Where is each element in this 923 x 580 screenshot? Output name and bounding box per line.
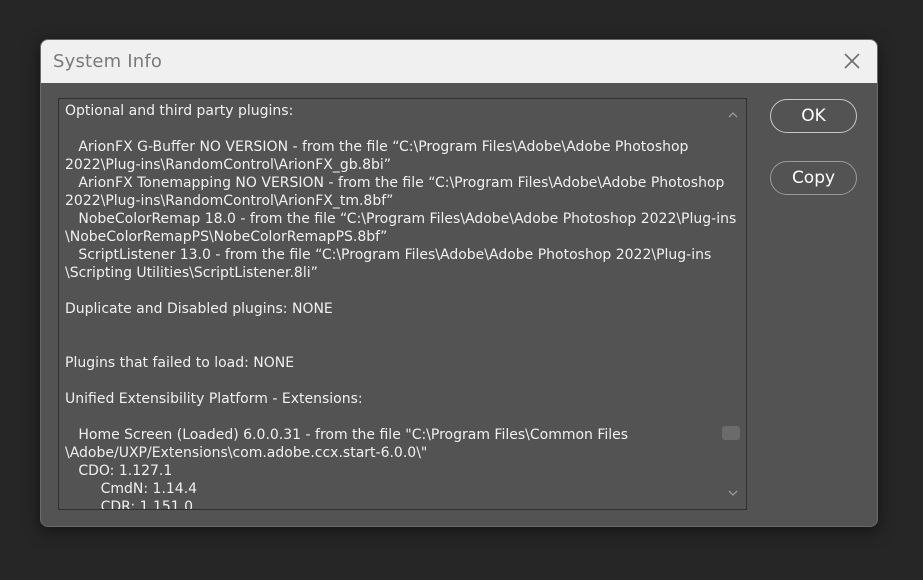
info-line: \NobeColorRemapPS\NobeColorRemapPS.8bf” (65, 229, 388, 245)
info-line: Duplicate and Disabled plugins: NONE (65, 301, 333, 317)
scrollbar-thumb[interactable] (722, 426, 740, 440)
info-line: 2022\Plug-ins\RandomControl\ArionFX_tm.8… (65, 193, 394, 209)
info-line: NobeColorRemap 18.0 - from the file “C:\… (65, 211, 737, 227)
system-info-dialog: System Info Optional and third party plu… (40, 39, 878, 527)
info-line: ScriptListener 13.0 - from the file “C:\… (65, 247, 712, 263)
info-line (65, 120, 715, 138)
info-line: CDR: 1.151.0 (65, 499, 194, 510)
info-line (65, 336, 715, 354)
info-line: Optional and third party plugins: (65, 103, 294, 119)
info-line: 2022\Plug-ins\RandomControl\ArionFX_gb.8… (65, 157, 392, 173)
info-line (65, 372, 715, 390)
info-line: \Scripting Utilities\ScriptListener.8li” (65, 265, 318, 281)
info-line: ArionFX G-Buffer NO VERSION - from the f… (65, 139, 689, 155)
info-line (65, 318, 715, 336)
info-line (65, 282, 715, 300)
ok-button[interactable]: OK (770, 99, 857, 133)
info-line: Home Screen (Loaded) 6.0.0.31 - from the… (65, 427, 629, 443)
info-line: Unified Extensibility Platform - Extensi… (65, 391, 363, 407)
info-line: Plugins that failed to load: NONE (65, 355, 295, 371)
title-bar: System Info (41, 40, 877, 83)
info-line: ArionFX Tonemapping NO VERSION - from th… (65, 175, 725, 191)
close-icon[interactable] (841, 50, 863, 72)
copy-button[interactable]: Copy (770, 161, 857, 195)
info-line: CDO: 1.127.1 (65, 463, 173, 479)
dialog-title: System Info (53, 51, 163, 72)
info-line: CmdN: 1.14.4 (65, 481, 198, 497)
system-info-text-area[interactable]: Optional and third party plugins: ArionF… (58, 98, 747, 510)
chevron-down-icon[interactable] (726, 487, 740, 499)
info-line (65, 408, 715, 426)
chevron-up-icon[interactable] (726, 109, 740, 121)
system-info-text: Optional and third party plugins: ArionF… (65, 102, 737, 510)
info-line: \Adobe/UXP/Extensions\com.adobe.ccx.star… (65, 445, 428, 461)
